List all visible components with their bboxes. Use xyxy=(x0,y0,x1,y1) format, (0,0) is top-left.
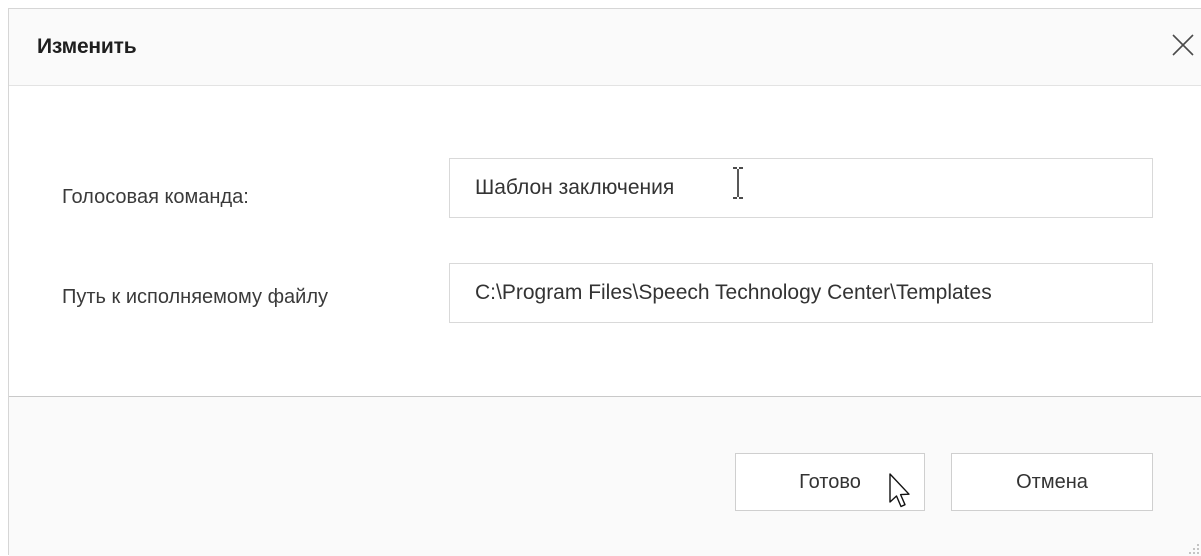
ok-button[interactable]: Готово xyxy=(735,453,925,511)
voice-command-input[interactable]: Шаблон заключения xyxy=(449,158,1153,218)
dialog-title-bar: Изменить xyxy=(9,9,1201,86)
dialog-content: Голосовая команда: Шаблон заключения Пут… xyxy=(9,86,1201,397)
exe-path-input[interactable]: C:\Program Files\Speech Technology Cente… xyxy=(449,263,1153,323)
close-icon xyxy=(1172,34,1194,56)
exe-path-label: Путь к исполняемому файлу xyxy=(62,286,328,308)
edit-dialog: Изменить Голосовая команда: Шаблон заклю… xyxy=(8,8,1201,556)
cancel-button[interactable]: Отмена xyxy=(951,453,1153,511)
dialog-title: Изменить xyxy=(37,35,137,58)
dialog-footer: Готово Отмена xyxy=(9,397,1201,556)
voice-command-label: Голосовая команда: xyxy=(62,186,249,208)
resize-grip-icon[interactable] xyxy=(1187,542,1201,556)
close-button[interactable] xyxy=(1167,29,1199,61)
